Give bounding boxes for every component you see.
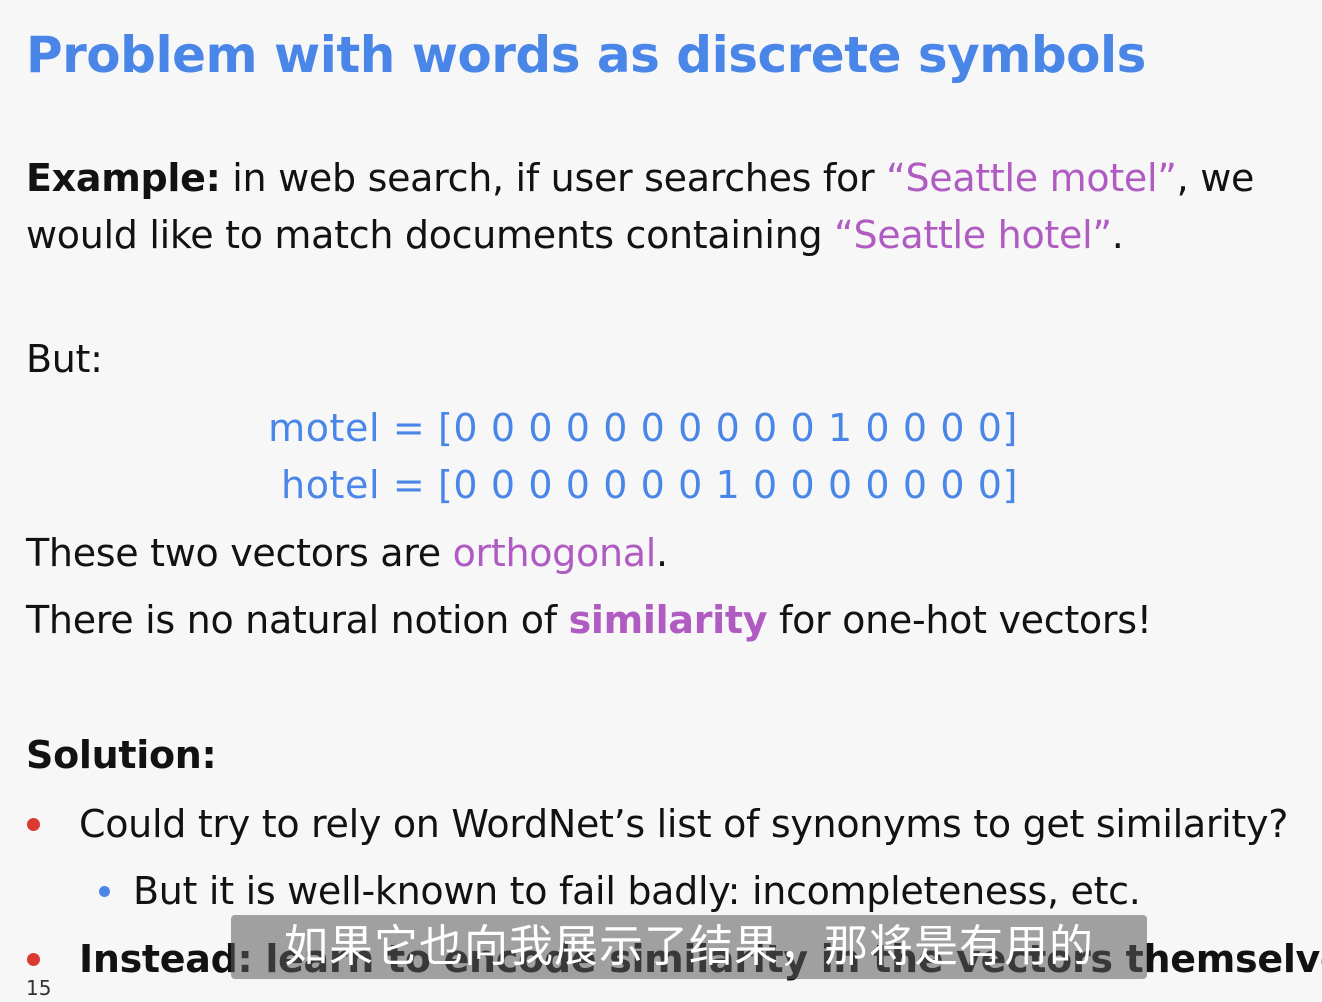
orthogonal-text-2: . xyxy=(655,531,668,575)
example-quote-hotel: “Seattle hotel” xyxy=(834,213,1112,257)
but-label: But: xyxy=(26,337,103,381)
example-text-4: . xyxy=(1111,213,1124,257)
slide-title: Problem with words as discrete symbols xyxy=(26,26,1146,84)
example-text-1: in web search, if user searches for xyxy=(220,156,887,200)
hotel-vector: hotel = [0 0 0 0 0 0 0 1 0 0 0 0 0 0 0] xyxy=(281,463,1018,507)
orthogonal-sentence: These two vectors are orthogonal. xyxy=(26,525,668,582)
red-bullet-icon xyxy=(27,818,40,831)
orthogonal-highlight: orthogonal xyxy=(452,531,657,575)
subtitle-text: 如果它也向我展示了结果，那将是有用的 xyxy=(284,921,1094,972)
video-subtitle-overlay: 如果它也向我展示了结果，那将是有用的 xyxy=(231,915,1147,979)
example-label: Example: xyxy=(26,156,221,200)
example-text-3: would like to match documents containing xyxy=(26,213,835,257)
example-quote-motel: “Seattle motel” xyxy=(886,156,1177,200)
similarity-text-2: for one-hot vectors! xyxy=(767,598,1152,642)
solution-heading: Solution: xyxy=(26,733,217,777)
orthogonal-text-1: These two vectors are xyxy=(26,531,453,575)
slide-number: 15 xyxy=(26,976,52,1000)
similarity-sentence: There is no natural notion of similarity… xyxy=(26,592,1152,649)
example-paragraph: Example: in web search, if user searches… xyxy=(26,150,1254,264)
motel-vector: motel = [0 0 0 0 0 0 0 0 0 0 1 0 0 0 0] xyxy=(268,406,1018,450)
similarity-text-1: There is no natural notion of xyxy=(26,598,569,642)
example-text-2: , we xyxy=(1176,156,1255,200)
sub-bullet-text: But it is well-known to fail badly: inco… xyxy=(133,869,1141,913)
red-bullet-icon xyxy=(27,953,40,966)
similarity-highlight: similarity xyxy=(568,598,768,642)
bullet-text: Could try to rely on WordNet’s list of s… xyxy=(79,802,1289,846)
blue-bullet-icon xyxy=(99,886,110,897)
one-hot-vectors: motel = [0 0 0 0 0 0 0 0 0 0 1 0 0 0 0] … xyxy=(268,400,1018,514)
